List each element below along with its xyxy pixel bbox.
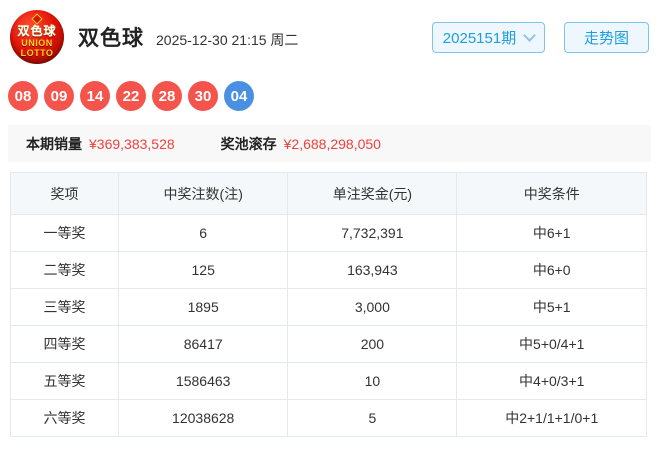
- prize-tier: 二等奖: [9, 251, 120, 289]
- title-group: 双色球 2025-12-30 21:15 周二: [78, 22, 298, 52]
- prize-table-header-row: 奖项 中奖注数(注) 单注奖金(元) 中奖条件: [9, 172, 647, 215]
- draw-datetime: 2025-12-30 21:15 周二: [156, 32, 299, 48]
- blue-ball: 04: [224, 81, 254, 111]
- win-condition: 中2+1/1+1/0+1: [456, 399, 647, 437]
- prize-table: 奖项 中奖注数(注) 单注奖金(元) 中奖条件 一等奖 6 7,732,391 …: [9, 172, 647, 437]
- prize-amount: 7,732,391: [287, 214, 458, 252]
- prize-amount: 163,943: [287, 251, 458, 289]
- column-header-amount: 单注奖金(元): [287, 172, 458, 215]
- red-ball-3: 14: [80, 81, 110, 111]
- union-lotto-logo: 双色球 UNION LOTTO: [10, 10, 64, 64]
- header-actions: 2025151期 走势图: [432, 21, 649, 53]
- win-condition: 中5+1: [456, 288, 647, 326]
- winner-count: 125: [118, 251, 289, 289]
- table-row: 六等奖 12038628 5 中2+1/1+1/0+1: [9, 399, 647, 437]
- logo-text-union: UNION: [21, 37, 53, 48]
- winner-count: 6: [118, 214, 289, 252]
- header: 双色球 UNION LOTTO 双色球 2025-12-30 21:15 周二 …: [0, 0, 659, 64]
- red-ball-4: 22: [116, 81, 146, 111]
- pool-label: 奖池滚存: [220, 135, 277, 152]
- prize-amount: 10: [287, 362, 458, 400]
- table-row: 二等奖 125 163,943 中6+0: [9, 251, 647, 289]
- prize-amount: 3,000: [287, 288, 458, 326]
- logo-text-lotto: LOTTO: [20, 48, 54, 59]
- winner-count: 1895: [118, 288, 289, 326]
- winner-count: 1586463: [118, 362, 289, 400]
- prize-tier: 五等奖: [9, 362, 120, 400]
- prize-tier: 三等奖: [9, 288, 120, 326]
- win-condition: 中4+0/3+1: [456, 362, 647, 400]
- issue-select-label: 2025151期: [442, 29, 517, 47]
- pool-value: ¥2,688,298,050: [283, 135, 381, 152]
- win-condition: 中6+0: [456, 251, 647, 289]
- win-condition: 中6+1: [456, 214, 647, 252]
- red-ball-5: 28: [152, 81, 182, 111]
- logo-text-cn: 双色球: [17, 24, 57, 39]
- column-header-winners: 中奖注数(注): [118, 172, 289, 215]
- table-row: 四等奖 86417 200 中5+0/4+1: [9, 325, 647, 363]
- red-ball-6: 30: [188, 81, 218, 111]
- winner-count: 86417: [118, 325, 289, 363]
- lottery-results-page: 双色球 UNION LOTTO 双色球 2025-12-30 21:15 周二 …: [0, 0, 659, 449]
- red-ball-1: 08: [8, 81, 38, 111]
- red-ball-2: 09: [44, 81, 74, 111]
- column-header-condition: 中奖条件: [456, 172, 647, 215]
- win-condition: 中5+0/4+1: [456, 325, 647, 363]
- trend-chart-button[interactable]: 走势图: [564, 21, 649, 53]
- column-header-prize: 奖项: [9, 172, 120, 215]
- winning-numbers: 08 09 14 22 28 30 04: [0, 64, 659, 111]
- winner-count: 12038628: [118, 399, 289, 437]
- prize-tier: 四等奖: [9, 325, 120, 363]
- issue-select-dropdown[interactable]: 2025151期: [432, 21, 545, 53]
- prize-amount: 200: [287, 325, 458, 363]
- table-row: 五等奖 1586463 10 中4+0/3+1: [9, 362, 647, 400]
- prize-amount: 5: [287, 399, 458, 437]
- page-title: 双色球: [78, 27, 144, 50]
- table-row: 一等奖 6 7,732,391 中6+1: [9, 214, 647, 252]
- prize-tier: 六等奖: [9, 399, 120, 437]
- table-row: 三等奖 1895 3,000 中5+1: [9, 288, 647, 326]
- prize-tier: 一等奖: [9, 214, 120, 252]
- sales-label: 本期销量: [26, 135, 82, 152]
- sales-value: ¥369,383,528: [89, 135, 175, 152]
- chevron-down-icon: [523, 28, 537, 42]
- sales-bar: 本期销量 ¥369,383,528 奖池滚存 ¥2,688,298,050: [8, 125, 651, 162]
